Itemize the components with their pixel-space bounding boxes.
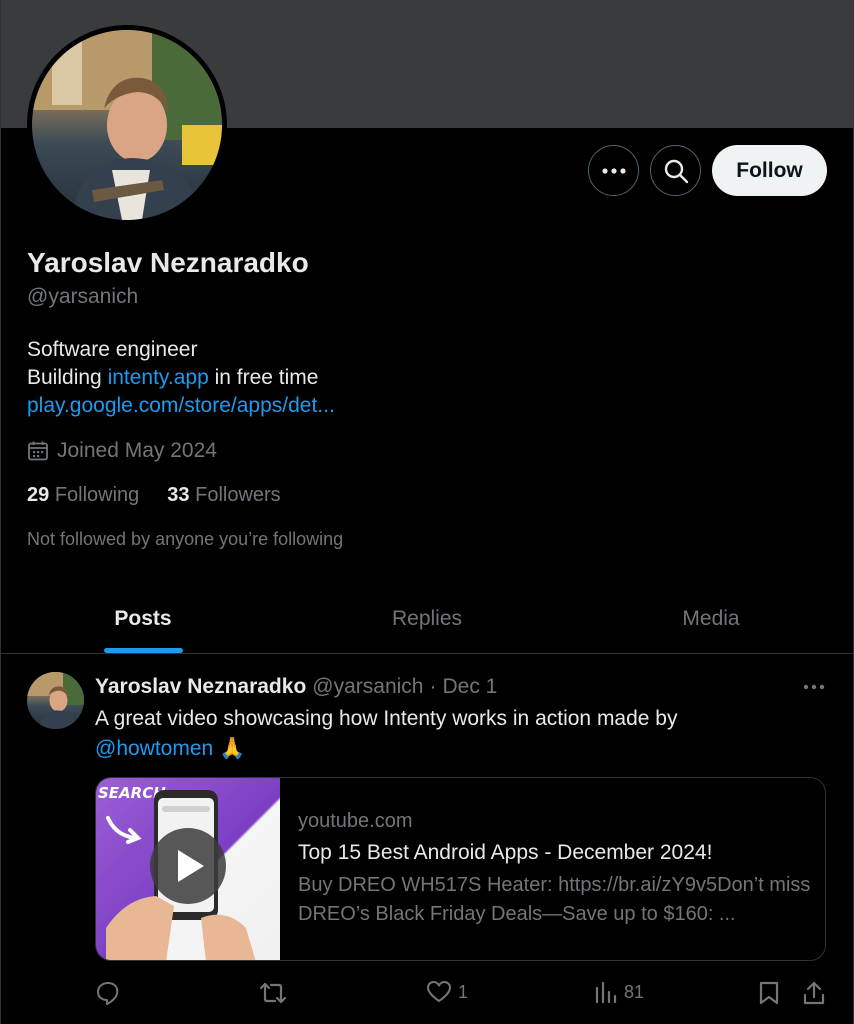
profile-tabs: Posts Replies Media <box>1 585 853 654</box>
post-author-handle[interactable]: @yarsanich <box>312 675 423 699</box>
following-count: 29 <box>27 484 50 506</box>
card-title: Top 15 Best Android Apps - December 2024… <box>298 841 713 864</box>
bio-line: Software engineer <box>27 338 198 361</box>
bookmark-icon <box>759 981 779 1005</box>
joined-date: Joined May 2024 <box>27 439 217 463</box>
follow-button[interactable]: Follow <box>712 145 827 196</box>
card-description: Buy DREO WH517S Heater: https://br.ai/zY… <box>298 874 811 925</box>
tab-replies[interactable]: Replies <box>285 585 569 653</box>
followers-count: 33 <box>167 484 190 506</box>
post-header: Yaroslav Neznaradko @yarsanich · Dec 1 <box>95 675 497 699</box>
search-button[interactable] <box>650 145 701 196</box>
following-label: Following <box>54 484 140 506</box>
profile-page: Follow Yaroslav Neznaradko @yarsanich So… <box>0 0 854 1024</box>
card-body: youtube.com Top 15 Best Android Apps - D… <box>280 778 825 960</box>
profile-display-name: Yaroslav Neznaradko <box>27 247 309 278</box>
post-body: A great video showcasing how Intenty wor… <box>95 707 678 730</box>
pray-emoji: 🙏 <box>219 737 246 760</box>
tab-label: Posts <box>114 607 172 630</box>
repost-icon <box>259 982 287 1004</box>
tab-media[interactable]: Media <box>569 585 853 653</box>
follow-stats: 29 Following 33 Followers <box>27 484 281 507</box>
not-followed-note: Not followed by anyone you’re following <box>27 529 344 549</box>
post-text: A great video showcasing how Intenty wor… <box>95 704 825 764</box>
card-domain: youtube.com <box>298 810 413 832</box>
ellipsis-icon <box>803 684 825 690</box>
post-actions: 1 81 <box>95 980 828 1008</box>
profile-website-link[interactable]: play.google.com/store/apps/det... <box>27 392 335 420</box>
profile-bio: Software engineer Building intenty.app i… <box>27 336 335 420</box>
bio-line: Building intenty.app in free time <box>27 364 335 392</box>
link-preview-card[interactable]: SEARCH youtube.com Top 15 Best Android A… <box>95 777 826 961</box>
views-count: 81 <box>624 981 645 1002</box>
bio-link[interactable]: intenty.app <box>108 366 209 389</box>
views-icon <box>595 981 617 1004</box>
reply-button[interactable] <box>95 980 127 1006</box>
share-button[interactable] <box>802 980 826 1006</box>
post-avatar[interactable] <box>27 672 84 729</box>
profile-handle: @yarsanich <box>27 285 139 308</box>
like-count: 1 <box>458 981 469 1002</box>
profile-avatar[interactable] <box>27 25 227 225</box>
following-link[interactable]: 29 Following <box>27 484 139 507</box>
tab-label: Media <box>682 607 740 630</box>
heart-icon <box>427 981 451 1002</box>
bio-text: Building <box>27 366 108 389</box>
active-tab-indicator <box>103 648 183 653</box>
bookmark-button[interactable] <box>758 980 780 1006</box>
calendar-icon <box>28 441 48 461</box>
video-thumbnail: SEARCH <box>96 778 280 960</box>
views-button[interactable]: 81 <box>594 980 644 1004</box>
post-more-button[interactable] <box>801 677 827 697</box>
followers-link[interactable]: 33 Followers <box>167 484 280 507</box>
repost-button[interactable] <box>259 980 293 1006</box>
ellipsis-icon <box>601 167 626 174</box>
mention-link[interactable]: @howtomen <box>95 737 213 760</box>
tab-posts[interactable]: Posts <box>1 585 285 653</box>
joined-text: Joined May 2024 <box>57 439 217 462</box>
post-author-name[interactable]: Yaroslav Neznaradko <box>95 675 306 699</box>
bio-text: in free time <box>208 366 319 389</box>
separator-dot: · <box>429 675 437 698</box>
search-icon <box>664 159 688 183</box>
followers-label: Followers <box>195 484 281 506</box>
post-date[interactable]: Dec 1 <box>442 675 497 699</box>
share-icon <box>803 981 825 1005</box>
tab-label: Replies <box>391 607 463 630</box>
post-item[interactable]: Yaroslav Neznaradko @yarsanich · Dec 1 A… <box>1 655 853 1024</box>
avatar-photo <box>32 30 222 220</box>
like-button[interactable]: 1 <box>426 980 468 1004</box>
more-button[interactable] <box>588 145 639 196</box>
reply-icon <box>97 982 119 1005</box>
